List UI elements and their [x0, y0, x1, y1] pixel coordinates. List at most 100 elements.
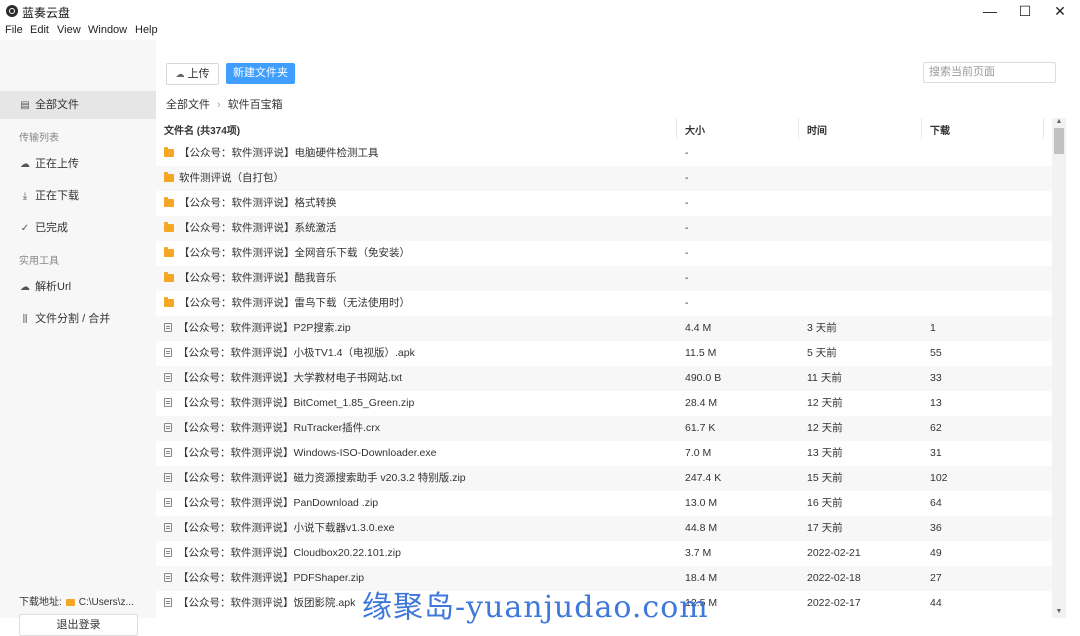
maximize-button[interactable]: ☐ — [1008, 0, 1042, 22]
cell-name: 【公众号：软件测评说】电脑硬件检测工具 — [164, 141, 379, 166]
sidebar-item-downloading[interactable]: ⤓ 正在下载 — [0, 182, 156, 210]
file-icon — [164, 348, 172, 357]
split-icon: ⫼ — [22, 314, 28, 325]
table-row[interactable]: 【公众号：软件测评说】电脑硬件检测工具 - — [156, 141, 1054, 166]
file-name: 【公众号：软件测评说】Windows-ISO-Downloader.exe — [178, 447, 437, 459]
minimize-button[interactable]: — — [973, 0, 1007, 22]
close-button[interactable]: ✕ — [1043, 0, 1077, 22]
table-row[interactable]: 【公众号：软件测评说】Windows-ISO-Downloader.exe 7.0… — [156, 441, 1054, 466]
sidebar-item-label: 正在上传 — [35, 158, 80, 170]
search-input[interactable]: 搜索当前页面 — [923, 62, 1056, 83]
cell-downloads: 102 — [930, 472, 948, 484]
cell-size: - — [685, 297, 689, 309]
file-icon — [164, 373, 172, 382]
sidebar-item-parse-url[interactable]: ☁ 解析Url — [0, 273, 156, 301]
table-row[interactable]: 【公众号：软件测评说】P2P搜索.zip 4.4 M 3 天前 1 — [156, 316, 1054, 341]
vertical-scrollbar[interactable]: ▲ ▼ — [1052, 118, 1066, 618]
column-divider — [1043, 118, 1044, 139]
menu-file[interactable]: File — [5, 24, 23, 36]
upload-button[interactable]: ☁ 上传 — [166, 63, 219, 85]
table-row[interactable]: 软件测评说（自打包） - — [156, 166, 1054, 191]
file-name: 【公众号：软件测评说】PDFShaper.zip — [178, 572, 365, 584]
cell-downloads: 64 — [930, 497, 942, 509]
sidebar-section-transfer: 传输列表 — [19, 133, 59, 144]
sidebar-item-split-merge[interactable]: ⫼ 文件分割 / 合并 — [0, 305, 156, 333]
cell-size: 13.0 M — [685, 497, 718, 509]
cell-name: 【公众号：软件测评说】饭团影院.apk — [164, 591, 355, 616]
header-downloads[interactable]: 下载 — [930, 122, 950, 137]
cell-size: - — [685, 247, 689, 259]
download-icon: ⤓ — [22, 191, 28, 202]
file-icon — [164, 423, 172, 432]
cell-size: 28.4 M — [685, 397, 718, 409]
cell-downloads: 31 — [930, 447, 942, 459]
sidebar-item-label: 解析Url — [35, 281, 72, 293]
cell-time: 13 天前 — [807, 447, 843, 459]
upload-button-label: 上传 — [187, 68, 210, 80]
table-row[interactable]: 【公众号：软件测评说】Cloudbox20.22.101.zip 3.7 M 202… — [156, 541, 1054, 566]
menu-edit[interactable]: Edit — [30, 24, 49, 36]
table-row[interactable]: 【公众号：软件测评说】雷鸟下载（无法使用时） - — [156, 291, 1054, 316]
cell-size: 11.5 M — [685, 347, 717, 359]
file-name: 【公众号：软件测评说】大学教材电子书网站.txt — [178, 372, 403, 384]
scroll-up-arrow-icon[interactable]: ▲ — [1052, 118, 1066, 128]
cell-time: 17 天前 — [807, 522, 843, 534]
sidebar-item-all-files[interactable]: ▤ 全部文件 — [0, 91, 156, 119]
table-row[interactable]: 【公众号：软件测评说】磁力资源搜索助手 v20.3.2 特别版.zip 247.4… — [156, 466, 1054, 491]
download-path[interactable]: 下载地址: C:\Users\z... — [19, 593, 134, 608]
column-divider — [798, 118, 799, 139]
table-row[interactable]: 【公众号：软件测评说】PanDownload .zip 13.0 M 16 天前 64 — [156, 491, 1054, 516]
cell-downloads: 49 — [930, 547, 942, 559]
cell-name: 【公众号：软件测评说】全网音乐下载（免安装） — [164, 241, 410, 266]
upload-cloud-icon: ☁ — [175, 69, 185, 79]
menu-bar: File Edit View Window Help — [0, 22, 1080, 40]
cell-size: 3.7 M — [685, 547, 712, 559]
table-row[interactable]: 【公众号：软件测评说】大学教材电子书网站.txt 490.0 B 11 天前 33 — [156, 366, 1054, 391]
cell-size: 61.7 K — [685, 422, 716, 434]
cell-name: 【公众号：软件测评说】小说下载器v1.3.0.exe — [164, 516, 394, 541]
breadcrumb-root[interactable]: 全部文件 — [166, 99, 210, 111]
cell-downloads: 13 — [930, 397, 942, 409]
scroll-thumb[interactable] — [1054, 128, 1064, 154]
logout-button[interactable]: 退出登录 — [19, 614, 138, 636]
folder-icon — [164, 197, 174, 207]
cell-time: 11 天前 — [807, 372, 842, 384]
cell-downloads: 27 — [930, 572, 942, 584]
table-row[interactable]: 【公众号：软件测评说】BitComet_1.85_Green.zip 28.4 M… — [156, 391, 1054, 416]
table-row[interactable]: 【公众号：软件测评说】小极TV1.4（电视版）.apk 11.5 M 5 天前 55 — [156, 341, 1054, 366]
cell-size: 4.4 M — [685, 322, 712, 334]
chevron-right-icon: › — [217, 99, 221, 111]
cell-downloads: 55 — [930, 347, 942, 359]
new-folder-button[interactable]: 新建文件夹 — [226, 63, 295, 84]
menu-window[interactable]: Window — [88, 24, 127, 36]
check-circle-icon: ✓ — [20, 223, 30, 234]
file-name: 【公众号：软件测评说】电脑硬件检测工具 — [179, 147, 379, 159]
sidebar-item-completed[interactable]: ✓ 已完成 — [0, 214, 156, 242]
menu-view[interactable]: View — [57, 24, 81, 36]
table-row[interactable]: 【公众号：软件测评说】RuTracker插件.crx 61.7 K 12 天前 62 — [156, 416, 1054, 441]
sidebar: ▤ 全部文件 传输列表 ☁ 正在上传 ⤓ 正在下载 ✓ 已完成 实用工具 ☁ 解… — [0, 40, 156, 636]
table-row[interactable]: 【公众号：软件测评说】小说下载器v1.3.0.exe 44.8 M 17 天前 36 — [156, 516, 1054, 541]
cell-time: 12 天前 — [807, 397, 843, 409]
cell-name: 【公众号：软件测评说】Cloudbox20.22.101.zip — [164, 541, 401, 566]
cell-name: 【公众号：软件测评说】小极TV1.4（电视版）.apk — [164, 341, 415, 366]
file-name: 【公众号：软件测评说】磁力资源搜索助手 v20.3.2 特别版.zip — [178, 472, 466, 484]
header-name[interactable]: 文件名 (共374项) — [164, 122, 240, 137]
menu-help[interactable]: Help — [135, 24, 158, 36]
cell-size: - — [685, 172, 689, 184]
file-icon — [164, 523, 172, 532]
file-name: 【公众号：软件测评说】P2P搜索.zip — [178, 322, 351, 334]
sidebar-item-uploading[interactable]: ☁ 正在上传 — [0, 150, 156, 178]
cell-time: 3 天前 — [807, 322, 837, 334]
table-row[interactable]: 【公众号：软件测评说】格式转换 - — [156, 191, 1054, 216]
header-time[interactable]: 时间 — [807, 122, 827, 137]
header-size[interactable]: 大小 — [685, 122, 705, 137]
table-row[interactable]: 【公众号：软件测评说】全网音乐下载（免安装） - — [156, 241, 1054, 266]
file-name: 【公众号：软件测评说】酷我音乐 — [179, 272, 337, 284]
folder-icon — [164, 272, 174, 282]
cell-downloads: 36 — [930, 522, 942, 534]
table-row[interactable]: 【公众号：软件测评说】酷我音乐 - — [156, 266, 1054, 291]
scroll-down-arrow-icon[interactable]: ▼ — [1052, 608, 1066, 618]
cell-time: 12 天前 — [807, 422, 843, 434]
table-row[interactable]: 【公众号：软件测评说】系统激活 - — [156, 216, 1054, 241]
